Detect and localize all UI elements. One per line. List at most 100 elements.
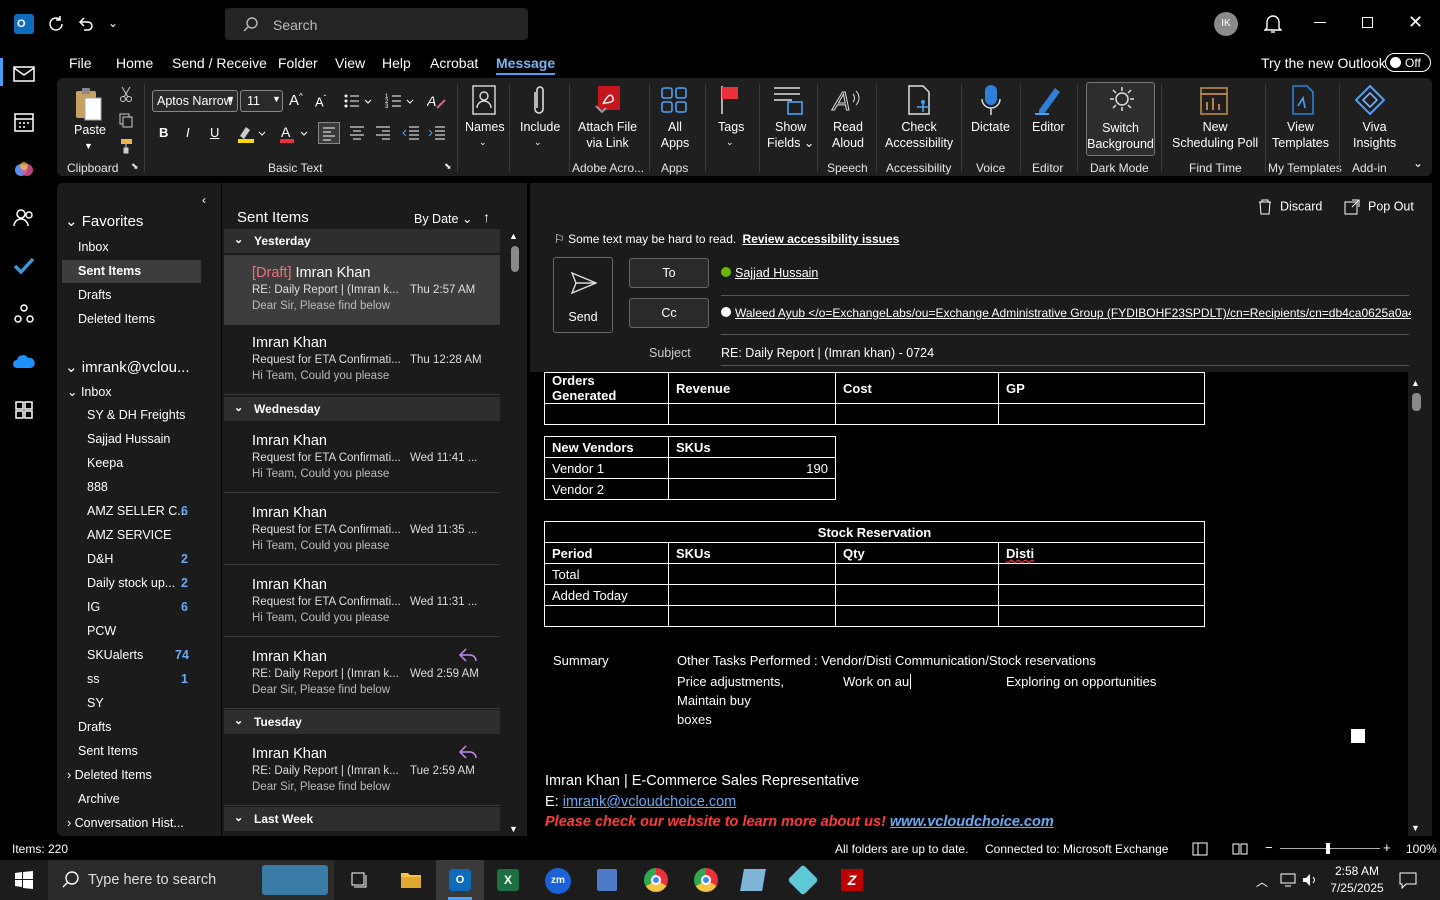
inbox-subfolder[interactable]: AMZ SELLER C... xyxy=(87,504,188,518)
switch-background-button[interactable]: Switch Background xyxy=(1086,82,1155,156)
people-icon[interactable] xyxy=(12,206,36,230)
address-book-icon[interactable] xyxy=(471,84,497,116)
close-button[interactable]: ✕ xyxy=(1408,12,1423,33)
underline-icon[interactable]: U xyxy=(210,125,219,140)
attach-file-via-link-button[interactable]: Attach File via Link xyxy=(578,119,637,151)
message-item[interactable]: Imran Khan Request for ETA Confirmati... W… xyxy=(224,567,500,637)
bullets-icon[interactable] xyxy=(343,92,373,110)
viva-insights-icon[interactable] xyxy=(1354,84,1386,116)
mail-icon[interactable] xyxy=(12,62,36,86)
folder-drafts[interactable]: Drafts xyxy=(78,720,111,734)
font-color-icon[interactable]: A xyxy=(279,124,311,144)
sync-icon[interactable] xyxy=(46,14,66,34)
folder-conversation-history[interactable]: › Conversation Hist... xyxy=(67,816,184,830)
ribbon-collapse-icon[interactable]: ⌄ xyxy=(1413,156,1423,170)
notifications-icon[interactable] xyxy=(1398,871,1418,889)
website-link[interactable]: www.vcloudchoice.com xyxy=(890,814,1054,830)
new-scheduling-poll-button[interactable]: New Scheduling Poll xyxy=(1172,119,1258,151)
check-accessibility-button[interactable]: Check Accessibility xyxy=(885,119,953,151)
inbox-subfolder[interactable]: IG xyxy=(87,600,100,614)
tags-button[interactable]: Tags xyxy=(718,119,744,135)
inbox-subfolder[interactable]: D&H xyxy=(87,552,113,566)
todo-icon[interactable] xyxy=(12,254,36,278)
signature-email-link[interactable]: imrank@vcloudchoice.com xyxy=(563,794,736,810)
clipboard-launcher-icon[interactable]: ⬊ xyxy=(131,161,139,172)
inbox-subfolder[interactable]: 888 xyxy=(87,480,108,494)
increase-indent-icon[interactable] xyxy=(427,124,447,144)
tab-view[interactable]: View xyxy=(335,55,365,71)
send-button[interactable]: Send xyxy=(553,257,613,333)
file-explorer-icon[interactable] xyxy=(400,870,422,890)
paste-icon[interactable] xyxy=(73,86,103,122)
date-group-header[interactable]: ⌄ Last Week xyxy=(224,807,500,831)
normal-view-icon[interactable] xyxy=(1192,842,1208,856)
message-item[interactable]: [Draft] Imran Khan RE: Daily Report | (Im… xyxy=(224,255,500,325)
read-aloud-button[interactable]: Read Aloud xyxy=(832,119,864,151)
adobe-attach-icon[interactable] xyxy=(593,84,623,116)
chrome-profile-icon[interactable] xyxy=(694,868,718,892)
collapse-pane-icon[interactable]: ‹ xyxy=(202,193,206,207)
scrollbar-thumb[interactable] xyxy=(511,246,519,272)
search-box[interactable]: Search xyxy=(225,8,528,40)
inbox-subfolder[interactable]: AMZ SERVICE xyxy=(87,528,172,542)
inbox-subfolder[interactable]: SY & DH Freights xyxy=(87,408,185,422)
excel-icon[interactable]: X xyxy=(497,869,519,891)
scheduling-poll-icon[interactable] xyxy=(1199,84,1229,116)
avatar[interactable]: IK xyxy=(1214,12,1238,36)
read-aloud-icon[interactable]: A xyxy=(831,84,861,116)
font-name-select[interactable]: Aptos Narrow ▼ xyxy=(152,90,238,112)
templates-icon[interactable] xyxy=(1289,84,1317,116)
tab-folder[interactable]: Folder xyxy=(278,55,318,71)
body-scroll-down-icon[interactable]: ▼ xyxy=(1411,823,1420,833)
folder-archive[interactable]: Archive xyxy=(78,792,120,806)
message-body[interactable]: Orders Generated Revenue Cost GP New Ven… xyxy=(530,372,1408,836)
copy-icon[interactable] xyxy=(118,112,134,128)
inbox-subfolder[interactable]: SY xyxy=(87,696,104,710)
calculator-icon[interactable] xyxy=(597,869,617,891)
inbox-subfolder[interactable]: Daily stock up... xyxy=(87,576,175,590)
to-recipient[interactable]: Sajjad Hussain xyxy=(721,266,818,280)
clock-date[interactable]: 7/25/2025 xyxy=(1326,881,1388,895)
tab-home[interactable]: Home xyxy=(116,55,153,71)
fav-drafts[interactable]: Drafts xyxy=(78,288,111,302)
more-apps-icon[interactable] xyxy=(12,398,36,422)
app-icon[interactable] xyxy=(787,864,819,896)
folder-deleted-items[interactable]: › Deleted Items xyxy=(67,768,152,782)
to-button[interactable]: To xyxy=(629,258,709,288)
names-button[interactable]: Names xyxy=(465,119,505,135)
app-icon[interactable] xyxy=(740,869,766,891)
dictate-button[interactable]: Dictate xyxy=(971,119,1010,135)
copilot-icon[interactable] xyxy=(12,158,36,182)
inbox-subfolder[interactable]: ss xyxy=(87,672,100,686)
highlight-icon[interactable] xyxy=(237,124,269,144)
zoom-slider-thumb[interactable] xyxy=(1326,843,1330,854)
zoom-slider[interactable] xyxy=(1280,848,1380,849)
font-size-select[interactable]: 11 ▼ xyxy=(240,90,283,112)
align-left-icon[interactable] xyxy=(318,122,340,144)
undo-icon[interactable] xyxy=(76,14,96,34)
windows-start-icon[interactable] xyxy=(15,871,33,889)
chrome-icon[interactable] xyxy=(644,868,668,892)
include-button[interactable]: Include xyxy=(520,119,560,135)
paperclip-icon[interactable] xyxy=(529,84,549,116)
filezilla-icon[interactable]: Z xyxy=(841,869,863,891)
basic-text-launcher-icon[interactable]: ⬊ xyxy=(444,161,452,172)
review-accessibility-link[interactable]: Review accessibility issues xyxy=(743,232,900,246)
fav-inbox[interactable]: Inbox xyxy=(78,240,109,254)
subject-input[interactable]: RE: Daily Report | (Imran khan) - 0724 xyxy=(721,346,934,360)
zoom-in-icon[interactable]: + xyxy=(1383,840,1391,855)
message-item[interactable]: Imran Khan Request for ETA Confirmati... W… xyxy=(224,423,500,493)
inbox-folder[interactable]: ⌄ Inbox xyxy=(67,384,112,399)
date-group-header[interactable]: ⌄ Yesterday xyxy=(224,229,500,253)
inbox-subfolder[interactable]: PCW xyxy=(87,624,116,638)
tab-help[interactable]: Help xyxy=(382,55,411,71)
view-templates-button[interactable]: View Templates xyxy=(1272,119,1329,151)
inbox-subfolder[interactable]: Sajjad Hussain xyxy=(87,432,170,446)
body-scrollbar-thumb[interactable] xyxy=(1412,393,1421,411)
microphone-icon[interactable] xyxy=(980,83,1002,117)
zoom-out-icon[interactable]: − xyxy=(1265,840,1273,855)
tab-acrobat[interactable]: Acrobat xyxy=(430,55,478,71)
cut-icon[interactable] xyxy=(119,86,133,102)
numbering-icon[interactable]: 123 xyxy=(385,92,415,110)
fav-deleted-items[interactable]: Deleted Items xyxy=(78,312,155,326)
